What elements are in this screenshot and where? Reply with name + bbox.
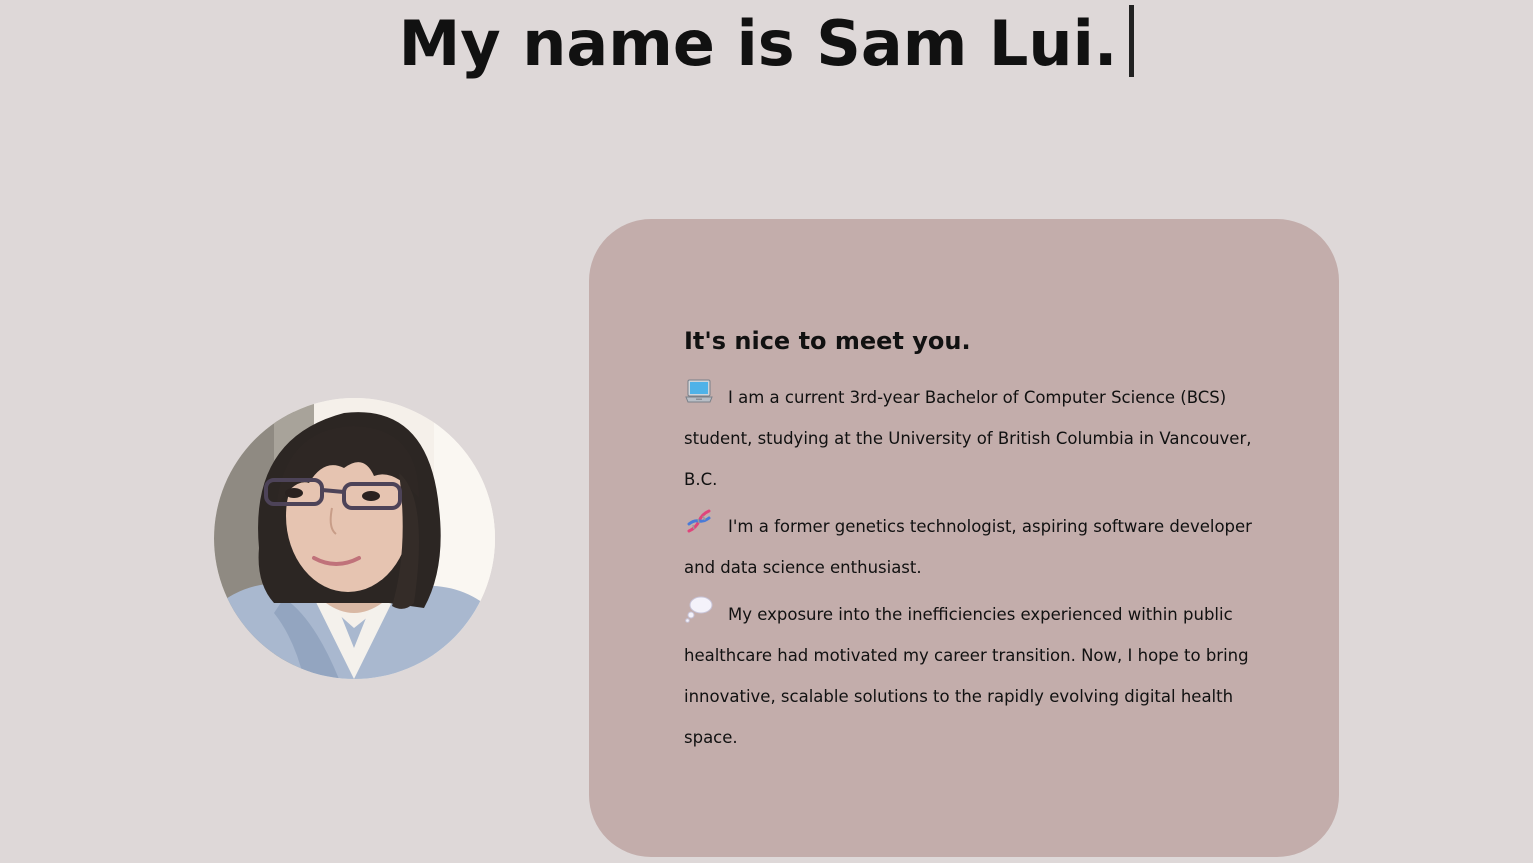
about-paragraph-study-text: I am a current 3rd-year Bachelor of Comp… xyxy=(684,388,1252,489)
hero-title-text: My name is Sam Lui. xyxy=(398,7,1118,80)
about-paragraph-study: I am a current 3rd-year Bachelor of Comp… xyxy=(684,377,1259,500)
about-paragraph-motivation-text: My exposure into the inefficiencies expe… xyxy=(684,605,1249,747)
about-paragraph-background: I'm a former genetics technologist, aspi… xyxy=(684,506,1259,588)
about-paragraph-motivation: My exposure into the inefficiencies expe… xyxy=(684,594,1259,758)
avatar xyxy=(214,398,495,679)
about-paragraph-background-text: I'm a former genetics technologist, aspi… xyxy=(684,517,1252,577)
laptop-icon xyxy=(684,377,714,407)
dna-icon xyxy=(684,506,714,536)
about-card: It's nice to meet you. I am a current 3r… xyxy=(589,219,1339,857)
typing-cursor xyxy=(1129,5,1135,77)
about-heading: It's nice to meet you. xyxy=(684,327,971,355)
avatar-photo xyxy=(214,398,495,679)
hero-title: My name is Sam Lui. xyxy=(0,2,1533,86)
thought-bubble-icon xyxy=(684,594,714,624)
